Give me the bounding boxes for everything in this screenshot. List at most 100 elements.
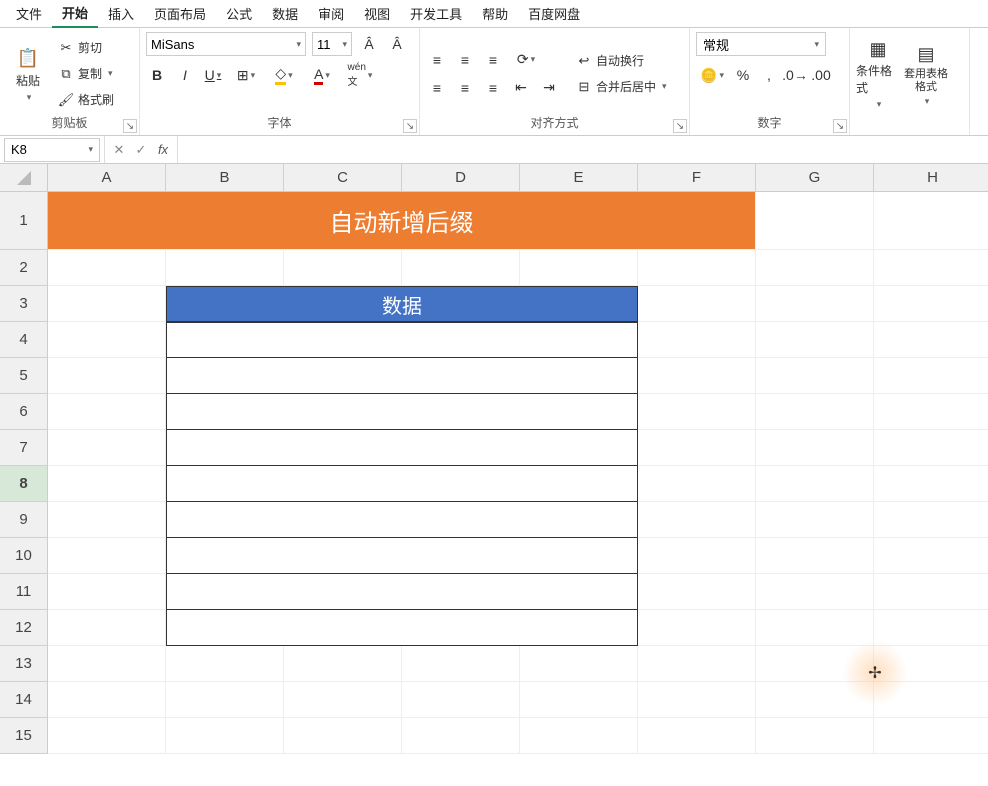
decrease-decimal-button[interactable]: .00 [810, 64, 832, 86]
currency-button[interactable]: 🪙 [696, 64, 728, 86]
data-header-cell[interactable]: 数据 [166, 286, 638, 322]
cell[interactable] [756, 192, 874, 250]
cell[interactable] [874, 718, 988, 754]
cell[interactable] [874, 358, 988, 394]
row-header-5[interactable]: 5 [0, 358, 48, 394]
name-box[interactable]: K8 ▾ [4, 138, 100, 162]
row-header-2[interactable]: 2 [0, 250, 48, 286]
cell[interactable] [638, 394, 756, 430]
column-header-F[interactable]: F [638, 164, 756, 192]
cell[interactable] [520, 682, 638, 718]
row-header-6[interactable]: 6 [0, 394, 48, 430]
column-header-G[interactable]: G [756, 164, 874, 192]
cell[interactable] [756, 286, 874, 322]
menu-home[interactable]: 开始 [52, 0, 98, 28]
cell[interactable] [638, 358, 756, 394]
menu-insert[interactable]: 插入 [98, 0, 144, 27]
cell[interactable] [402, 250, 520, 286]
cell[interactable] [166, 682, 284, 718]
number-format-select[interactable]: 常规▾ [696, 32, 826, 56]
cell[interactable] [638, 574, 756, 610]
fx-button[interactable]: fx [153, 140, 173, 160]
cell[interactable] [638, 322, 756, 358]
comma-button[interactable]: , [758, 64, 780, 86]
cell[interactable] [756, 610, 874, 646]
row-header-3[interactable]: 3 [0, 286, 48, 322]
cell[interactable] [520, 250, 638, 286]
cell[interactable] [756, 538, 874, 574]
fill-color-button[interactable]: ◇ [268, 64, 300, 86]
cell[interactable] [638, 718, 756, 754]
cell[interactable] [638, 286, 756, 322]
row-header-14[interactable]: 14 [0, 682, 48, 718]
cell[interactable] [874, 682, 988, 718]
cell[interactable] [756, 358, 874, 394]
cell[interactable] [284, 646, 402, 682]
cell[interactable] [166, 718, 284, 754]
row-header-11[interactable]: 11 [0, 574, 48, 610]
data-row[interactable] [166, 574, 638, 610]
cell[interactable] [284, 250, 402, 286]
merge-center-button[interactable]: ⊟合并后居中 [572, 76, 671, 98]
cell[interactable] [48, 682, 166, 718]
border-button[interactable]: ⊞ [230, 64, 262, 86]
cell[interactable] [874, 502, 988, 538]
cell[interactable] [638, 250, 756, 286]
row-header-15[interactable]: 15 [0, 718, 48, 754]
cell[interactable] [166, 646, 284, 682]
cell[interactable] [874, 610, 988, 646]
title-cell[interactable]: 自动新增后缀 [48, 192, 756, 250]
wrap-text-button[interactable]: ↩自动换行 [572, 50, 671, 72]
cell[interactable] [520, 718, 638, 754]
cell[interactable] [48, 430, 166, 466]
row-header-10[interactable]: 10 [0, 538, 48, 574]
cell[interactable] [874, 466, 988, 502]
cell[interactable] [874, 574, 988, 610]
align-bottom-icon[interactable]: ≡ [482, 49, 504, 71]
data-row[interactable] [166, 358, 638, 394]
data-row[interactable] [166, 322, 638, 358]
data-row[interactable] [166, 610, 638, 646]
row-header-9[interactable]: 9 [0, 502, 48, 538]
decrease-font-icon[interactable]: Â [386, 33, 408, 55]
row-header-8[interactable]: 8 [0, 466, 48, 502]
table-format-button[interactable]: ▤ 套用表格格式 [904, 38, 948, 110]
underline-button[interactable]: U [202, 64, 224, 86]
align-center-icon[interactable]: ≡ [454, 77, 476, 99]
format-painter-button[interactable]: 🖌格式刷 [54, 89, 118, 111]
copy-button[interactable]: ⧉复制 [54, 63, 118, 85]
cell[interactable] [756, 250, 874, 286]
font-color-button[interactable]: A [306, 64, 338, 86]
align-middle-icon[interactable]: ≡ [454, 49, 476, 71]
cell[interactable] [48, 538, 166, 574]
formula-confirm-button[interactable]: ✓ [131, 140, 151, 160]
cell[interactable] [756, 322, 874, 358]
cell[interactable] [48, 646, 166, 682]
column-header-B[interactable]: B [166, 164, 284, 192]
cell[interactable] [166, 250, 284, 286]
column-header-E[interactable]: E [520, 164, 638, 192]
cell[interactable] [48, 322, 166, 358]
cell[interactable] [520, 646, 638, 682]
cell[interactable] [638, 538, 756, 574]
pinyin-button[interactable]: wén文 [344, 64, 376, 86]
cell[interactable] [756, 502, 874, 538]
row-header-7[interactable]: 7 [0, 430, 48, 466]
select-all-corner[interactable] [0, 164, 48, 192]
cell[interactable] [48, 610, 166, 646]
cell[interactable] [48, 574, 166, 610]
data-row[interactable] [166, 538, 638, 574]
data-row[interactable] [166, 430, 638, 466]
indent-increase-icon[interactable]: ⇥ [538, 77, 560, 99]
column-header-C[interactable]: C [284, 164, 402, 192]
italic-button[interactable]: I [174, 64, 196, 86]
menu-file[interactable]: 文件 [6, 0, 52, 27]
number-dialog-launcher[interactable]: ↘ [833, 119, 847, 133]
data-row[interactable] [166, 466, 638, 502]
cell[interactable] [48, 250, 166, 286]
column-header-A[interactable]: A [48, 164, 166, 192]
cell[interactable] [402, 718, 520, 754]
font-dialog-launcher[interactable]: ↘ [403, 119, 417, 133]
formula-input[interactable] [178, 138, 988, 162]
cell[interactable] [638, 430, 756, 466]
